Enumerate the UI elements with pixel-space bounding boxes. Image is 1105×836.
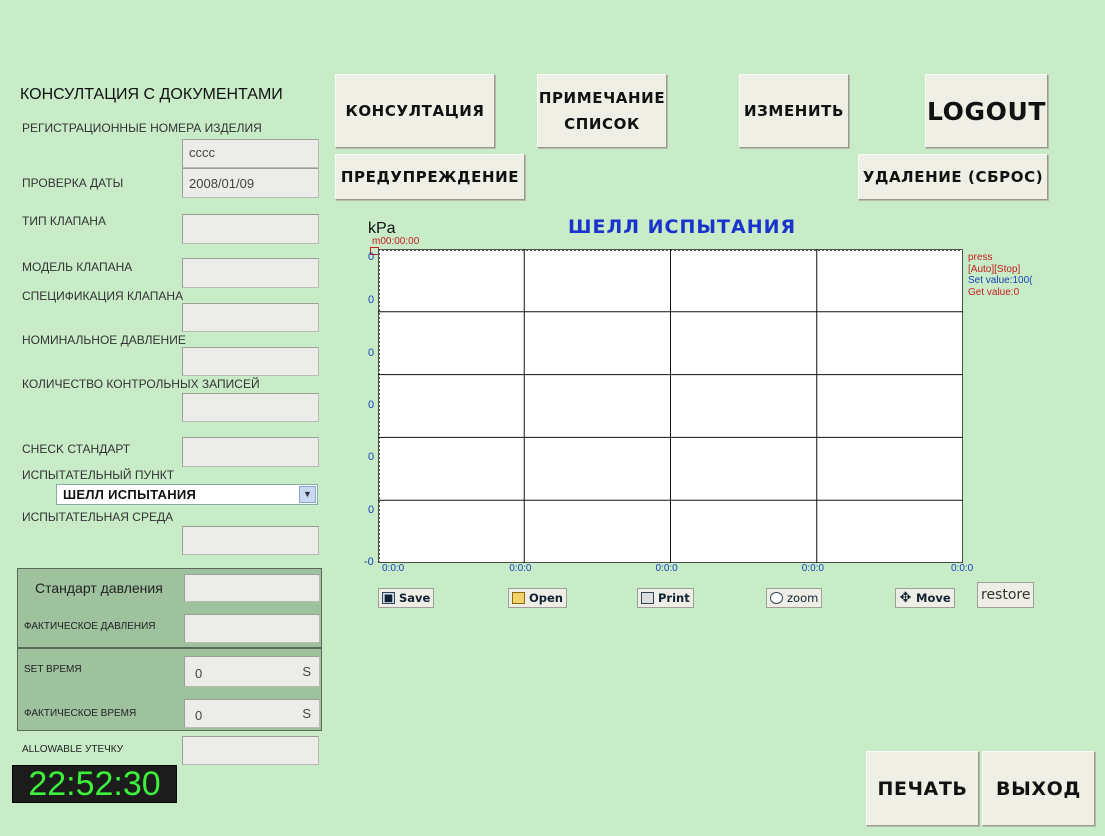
valve-model-label: МОДЕЛЬ КЛАПАНА [22, 260, 133, 274]
y-tick-label: 0 [368, 346, 375, 359]
print-button[interactable]: ПЕЧАТЬ [866, 751, 979, 826]
notes-list-line1: ПРИМЕЧАНИЕ [538, 89, 666, 107]
valve-spec-field[interactable] [182, 303, 319, 332]
left-panel-heading: КОНСУЛТАЦИЯ С ДОКУМЕНТАМИ [20, 86, 283, 103]
test-item-select[interactable]: ШЕЛЛ ИСПЫТАНИЯ ▼ [56, 484, 318, 505]
chart-zoom-button[interactable]: zoom [766, 588, 823, 608]
chevron-down-icon[interactable]: ▼ [299, 486, 316, 503]
test-item-label: ИСПЫТАТЕЛЬНЫЙ ПУНКТ [22, 468, 175, 482]
set-time-label: SET ВРЕМЯ [24, 664, 82, 675]
chart-legend: press [Auto][Stop] Set value:100( Get va… [968, 252, 1060, 298]
x-tick-label: 0:0:0 [382, 563, 405, 574]
edit-button[interactable]: ИЗМЕНИТЬ [739, 74, 849, 148]
time-marker-value: 00:00:00 [380, 236, 420, 247]
x-tick-label: 0:0:0 [801, 563, 824, 574]
valve-spec-label: СПЕЦИФИКАЦИЯ КЛАПАНА [22, 289, 184, 303]
y-tick-label: 0 [368, 503, 375, 516]
chart-move-button[interactable]: ✥ Move [895, 588, 955, 608]
y-tick-label: 0 [368, 399, 375, 411]
move-arrows-icon: ✥ [899, 590, 912, 606]
chart-print-button[interactable]: Print [637, 588, 694, 608]
clock-display: 22:52:30 [12, 765, 177, 803]
y-tick-label: 0 [368, 451, 375, 464]
consult-button[interactable]: КОНСУЛТАЦИЯ [335, 74, 495, 148]
actual-time-field[interactable]: 0 S [184, 699, 320, 728]
chart-restore-button[interactable]: restore [977, 582, 1035, 608]
legend-set-value: Set value:100( [968, 275, 1033, 286]
notes-list-button[interactable]: ПРИМЕЧАНИЕ СПИСОК [537, 74, 667, 148]
notes-list-line2: СПИСОК [564, 115, 640, 133]
check-standard-label: CHECK СТАНДАРТ [22, 442, 131, 456]
standard-pressure-field[interactable] [184, 574, 320, 602]
test-medium-field[interactable] [182, 526, 319, 555]
set-time-value: 0 [195, 666, 203, 681]
chart-zoom-label: zoom [787, 591, 819, 605]
allowable-leak-field[interactable] [182, 736, 319, 765]
reg-number-field[interactable]: cccc [182, 139, 319, 168]
printer-icon [641, 592, 654, 604]
legend-series-name: press [968, 252, 993, 263]
chart-open-label: Open [529, 591, 563, 605]
records-count-label: КОЛИЧЕСТВО КОНТРОЛЬНЫХ ЗАПИСЕЙ [22, 377, 260, 391]
set-time-unit: S [302, 664, 311, 679]
y-tick-label: -0 [364, 556, 374, 568]
check-date-field[interactable]: 2008/01/09 [182, 168, 319, 198]
y-tick-label: 0 [368, 294, 375, 307]
reg-number-label: РЕГИСТРАЦИОННЫЕ НОМЕРА ИЗДЕЛИЯ [22, 121, 262, 135]
warning-button[interactable]: ПРЕДУПРЕЖДЕНИЕ [335, 154, 525, 200]
delete-reset-button[interactable]: УДАЛЕНИЕ (СБРОС) [858, 154, 1048, 200]
logout-button[interactable]: LOGOUT [925, 74, 1048, 148]
valve-type-field[interactable] [182, 214, 319, 244]
nominal-pressure-label: НОМИНАЛЬНОЕ ДАВЛЕНИЕ [22, 333, 186, 347]
check-standard-field[interactable] [182, 437, 319, 467]
allowable-leak-label: ALLOWABLE УТЕЧКУ [22, 744, 124, 755]
chart-open-button[interactable]: Open [508, 588, 567, 608]
chart-title: ШЕЛЛ ИСПЫТАНИЯ [568, 216, 797, 238]
pressure-panel: Стандарт давления ФАКТИЧЕСКОЕ ДАВЛЕНИЯ [17, 568, 322, 648]
chart-print-label: Print [658, 591, 690, 605]
exit-button[interactable]: ВЫХОД [982, 751, 1095, 826]
time-panel: SET ВРЕМЯ 0 S ФАКТИЧЕСКОЕ ВРЕМЯ 0 S [17, 648, 322, 731]
actual-time-value: 0 [195, 708, 203, 723]
check-date-label: ПРОВЕРКА ДАТЫ [22, 176, 124, 190]
test-item-selected-value: ШЕЛЛ ИСПЫТАНИЯ [63, 487, 197, 502]
actual-pressure-label: ФАКТИЧЕСКОЕ ДАВЛЕНИЯ [24, 621, 156, 632]
chart-move-label: Move [916, 591, 951, 605]
chart-save-label: Save [399, 591, 431, 605]
actual-time-label: ФАКТИЧЕСКОЕ ВРЕМЯ [24, 708, 137, 719]
legend-get-value: Get value:0 [968, 286, 1020, 298]
valve-model-field[interactable] [182, 258, 319, 288]
pressure-chart[interactable] [378, 249, 963, 563]
legend-status: [Auto][Stop] [968, 263, 1021, 275]
x-tick-label: 0:0:0 [655, 563, 678, 574]
test-medium-label: ИСПЫТАТЕЛЬНАЯ СРЕДА [22, 510, 174, 524]
actual-time-unit: S [302, 706, 311, 721]
set-time-field[interactable]: 0 S [184, 656, 320, 687]
x-tick-label: 0:0:0 [951, 563, 974, 574]
y-tick-label: 0 [368, 251, 375, 263]
chart-time-marker: m00:00:00 [372, 236, 419, 247]
records-count-field[interactable] [182, 393, 319, 422]
folder-open-icon [512, 592, 525, 604]
actual-pressure-field[interactable] [184, 614, 320, 643]
floppy-disk-icon: ■ [382, 592, 395, 604]
magnifier-icon [770, 592, 783, 604]
chart-save-button[interactable]: ■ Save [378, 588, 435, 608]
nominal-pressure-field[interactable] [182, 347, 319, 376]
standard-pressure-label: Стандарт давления [35, 580, 163, 596]
valve-type-label: ТИП КЛАПАНА [22, 214, 106, 228]
x-tick-label: 0:0:0 [509, 563, 532, 574]
